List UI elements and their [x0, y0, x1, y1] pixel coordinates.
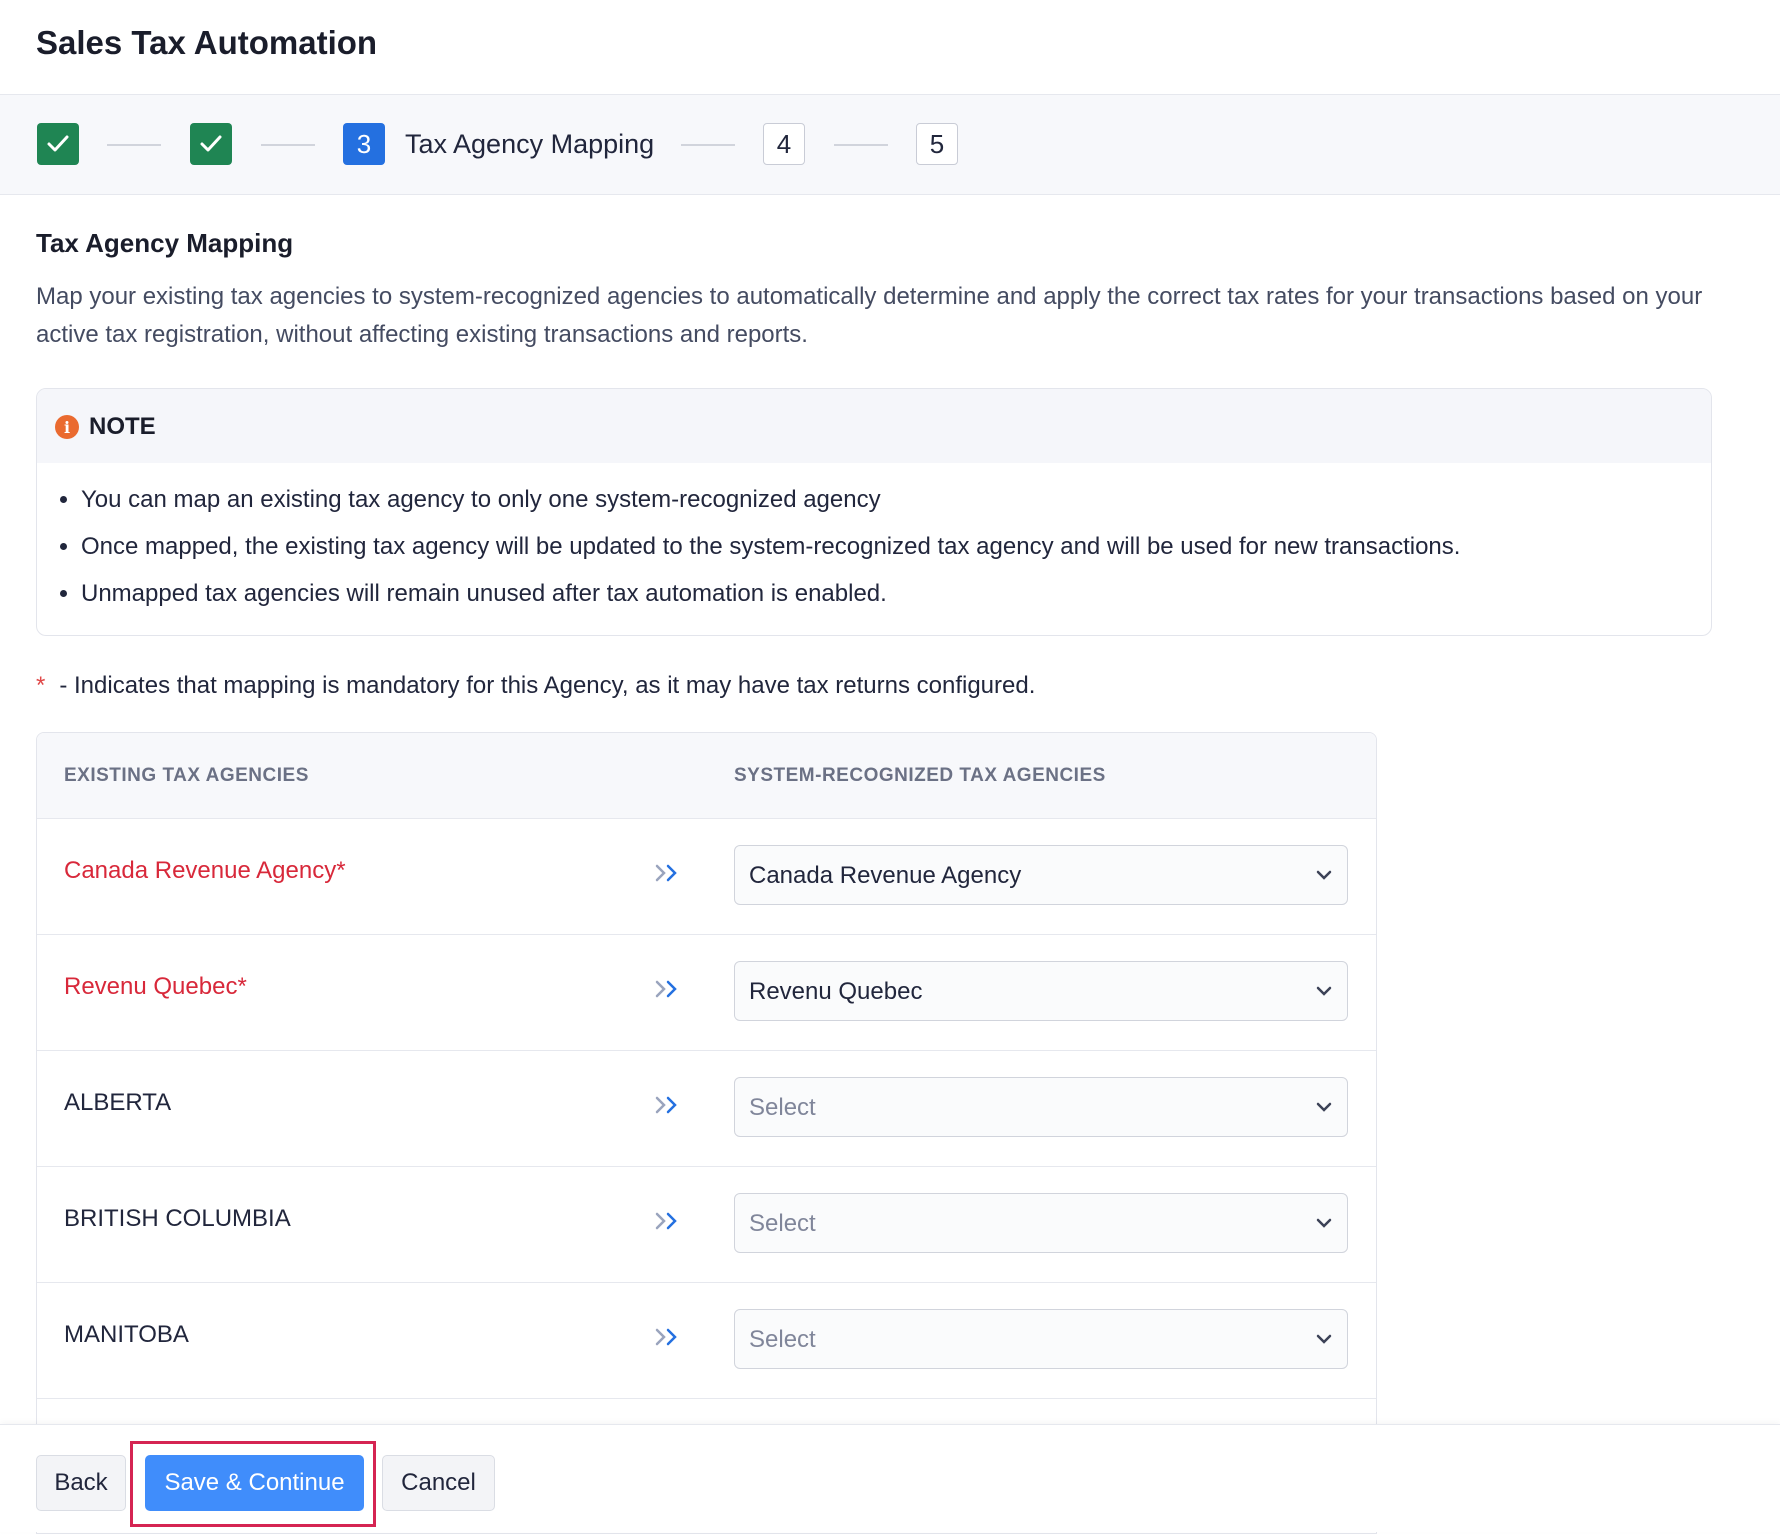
system-agency-select[interactable]: Canada Revenue Agency: [734, 845, 1348, 905]
double-chevron-right-icon: [655, 1096, 677, 1114]
note-item: Unmapped tax agencies will remain unused…: [81, 575, 1460, 622]
select-placeholder: Select: [749, 1210, 816, 1237]
system-agency-select[interactable]: Revenu Quebec: [734, 961, 1348, 1021]
highlight-box: [130, 1441, 376, 1527]
footer-bar: Back Save & Continue Cancel: [0, 1424, 1780, 1532]
chevron-down-icon: [1316, 1218, 1332, 1228]
step-5[interactable]: 5: [916, 123, 958, 165]
check-icon: [47, 135, 69, 152]
required-star: *: [36, 672, 46, 699]
stepper: 3 Tax Agency Mapping 4 5: [0, 95, 1780, 195]
column-header-existing: EXISTING TAX AGENCIES: [64, 765, 309, 786]
table-row: MANITOBA Select: [37, 1283, 1376, 1399]
chevron-down-icon: [1316, 1102, 1332, 1112]
step-1-done[interactable]: [37, 123, 79, 165]
step-connector: [834, 144, 888, 146]
existing-agency-name: MANITOBA: [64, 1321, 189, 1348]
agency-mapping-table: EXISTING TAX AGENCIES SYSTEM-RECOGNIZED …: [36, 732, 1377, 1534]
double-chevron-right-icon: [655, 1328, 677, 1346]
existing-agency-name: ALBERTA: [64, 1089, 172, 1116]
note-item: You can map an existing tax agency to on…: [81, 481, 1460, 528]
double-chevron-right-icon: [655, 980, 677, 998]
step-connector: [261, 144, 315, 146]
select-placeholder: Select: [749, 1094, 816, 1121]
select-value: Canada Revenue Agency: [749, 862, 1022, 889]
back-button[interactable]: Back: [36, 1455, 126, 1511]
chevron-down-icon: [1316, 1334, 1332, 1344]
step-2-done[interactable]: [190, 123, 232, 165]
page-title: Sales Tax Automation: [36, 24, 378, 61]
step-3-active[interactable]: 3: [343, 123, 385, 165]
existing-agency-name: Revenu Quebec*: [64, 973, 247, 1000]
select-value: Revenu Quebec: [749, 978, 923, 1005]
page-header: Sales Tax Automation: [0, 0, 1780, 95]
mandatory-legend: * - Indicates that mapping is mandatory f…: [36, 672, 1035, 700]
note-item: Once mapped, the existing tax agency wil…: [81, 528, 1460, 575]
double-chevron-right-icon: [655, 864, 677, 882]
step-3-label: Tax Agency Mapping: [405, 129, 655, 159]
double-chevron-right-icon: [655, 1212, 677, 1230]
section-description: Map your existing tax agencies to system…: [36, 283, 1703, 348]
table-row: Revenu Quebec* Revenu Quebec: [37, 935, 1376, 1051]
table-row: BRITISH COLUMBIA Select: [37, 1167, 1376, 1283]
mandatory-text: - Indicates that mapping is mandatory fo…: [59, 672, 1036, 699]
check-icon: [200, 135, 222, 152]
step-connector: [107, 144, 161, 146]
note-title: NOTE: [89, 413, 156, 440]
note-list: You can map an existing tax agency to on…: [37, 481, 1460, 622]
table-header: EXISTING TAX AGENCIES SYSTEM-RECOGNIZED …: [37, 733, 1376, 819]
note-header: i NOTE: [37, 389, 1711, 463]
step-connector: [681, 144, 735, 146]
existing-agency-name: Canada Revenue Agency*: [64, 857, 346, 884]
system-agency-select[interactable]: Select: [734, 1077, 1348, 1137]
chevron-down-icon: [1316, 986, 1332, 996]
step-4[interactable]: 4: [763, 123, 805, 165]
existing-agency-name: BRITISH COLUMBIA: [64, 1205, 291, 1232]
chevron-down-icon: [1316, 870, 1332, 880]
system-agency-select[interactable]: Select: [734, 1309, 1348, 1369]
system-agency-select[interactable]: Select: [734, 1193, 1348, 1253]
section-title: Tax Agency Mapping: [36, 228, 294, 258]
table-row: ALBERTA Select: [37, 1051, 1376, 1167]
table-row: Canada Revenue Agency* Canada Revenue Ag…: [37, 819, 1376, 935]
info-icon: i: [55, 415, 79, 439]
select-placeholder: Select: [749, 1326, 816, 1353]
column-header-system: SYSTEM-RECOGNIZED TAX AGENCIES: [734, 765, 1106, 786]
note-box: i NOTE You can map an existing tax agenc…: [36, 388, 1712, 636]
cancel-button[interactable]: Cancel: [382, 1455, 495, 1511]
